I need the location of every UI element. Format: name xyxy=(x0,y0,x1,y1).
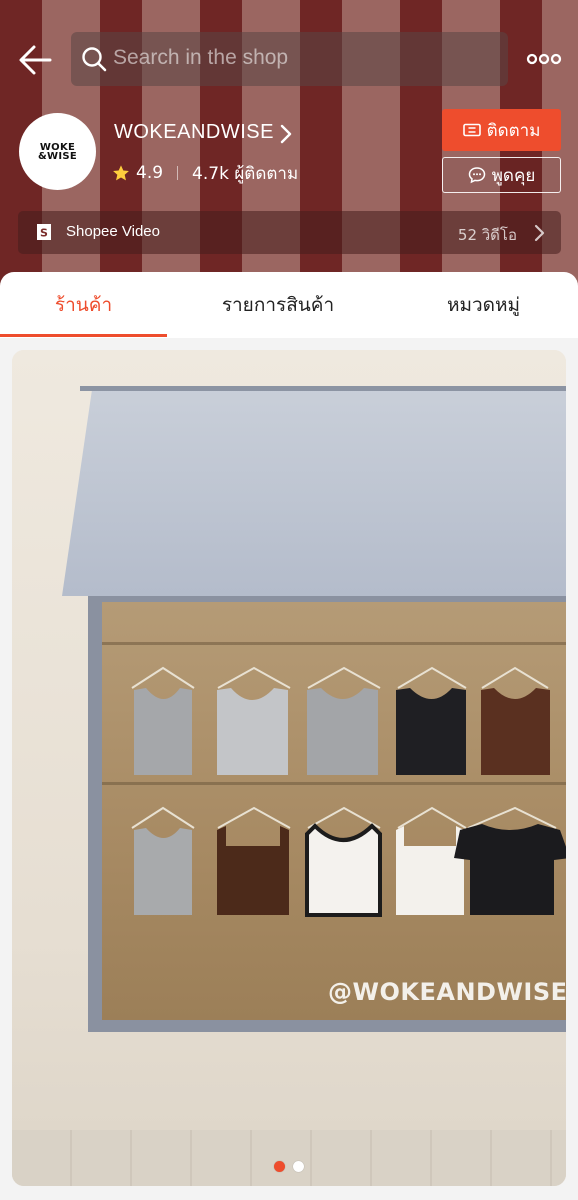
shopee-video-icon: S xyxy=(37,224,51,240)
star-icon xyxy=(113,165,129,181)
shop-tab-bar: ร้านค้า รายการสินค้า หมวดหมู่ xyxy=(0,272,578,338)
more-button[interactable] xyxy=(524,44,564,74)
search-icon xyxy=(82,47,107,72)
active-tab-indicator xyxy=(0,334,167,337)
tab-shop[interactable]: ร้านค้า xyxy=(0,272,167,338)
chevron-right-icon xyxy=(534,224,545,242)
follow-button[interactable]: ติดตาม xyxy=(442,109,561,151)
garment-display xyxy=(131,666,566,917)
carousel-dot-2[interactable] xyxy=(293,1161,304,1172)
tab-categories[interactable]: หมวดหมู่ xyxy=(389,272,578,338)
arrow-left-icon xyxy=(19,45,52,75)
shop-rating: 4.9 xyxy=(136,163,164,183)
shop-content: @WOKEANDWISE.CO xyxy=(0,338,578,1200)
banner-watermark: @WOKEANDWISE.CO xyxy=(328,978,566,1006)
chat-button[interactable]: พูดคุย xyxy=(442,157,561,193)
carousel-dot-1[interactable] xyxy=(274,1161,285,1172)
shopee-video-label: Shopee Video xyxy=(66,223,160,240)
follower-count: 4.7k ผู้ติดตาม xyxy=(192,163,299,184)
top-bar: Search in the shop xyxy=(0,30,578,88)
carousel-indicator xyxy=(0,1161,578,1175)
svg-text:S: S xyxy=(40,227,48,240)
follow-button-label: ติดตาม xyxy=(486,120,541,141)
shop-header: Search in the shop WOKE &WISE WOKEANDWISE… xyxy=(0,0,578,290)
chat-bubble-icon xyxy=(468,167,485,184)
shop-stats: 4.9 4.7k ผู้ติดตาม xyxy=(112,161,298,185)
more-dots-icon xyxy=(526,53,562,65)
shop-logo: WOKE &WISE xyxy=(37,141,77,162)
follow-ticket-icon xyxy=(462,123,481,137)
shopee-video-bar[interactable]: S Shopee Video 52 วิดีโอ xyxy=(18,211,561,254)
search-input[interactable]: Search in the shop xyxy=(71,32,508,86)
chevron-right-icon[interactable] xyxy=(278,123,294,145)
tab-products[interactable]: รายการสินค้า xyxy=(167,272,389,338)
video-count: 52 วิดีโอ xyxy=(457,226,517,244)
shop-banner-image[interactable]: @WOKEANDWISE.CO xyxy=(12,350,566,1186)
search-placeholder: Search in the shop xyxy=(113,46,289,69)
chat-button-label: พูดคุย xyxy=(491,165,536,186)
stats-divider xyxy=(177,166,179,180)
shop-avatar[interactable]: WOKE &WISE xyxy=(19,113,96,190)
back-button[interactable] xyxy=(16,40,56,80)
shop-name[interactable]: WOKEANDWISE xyxy=(114,121,274,144)
